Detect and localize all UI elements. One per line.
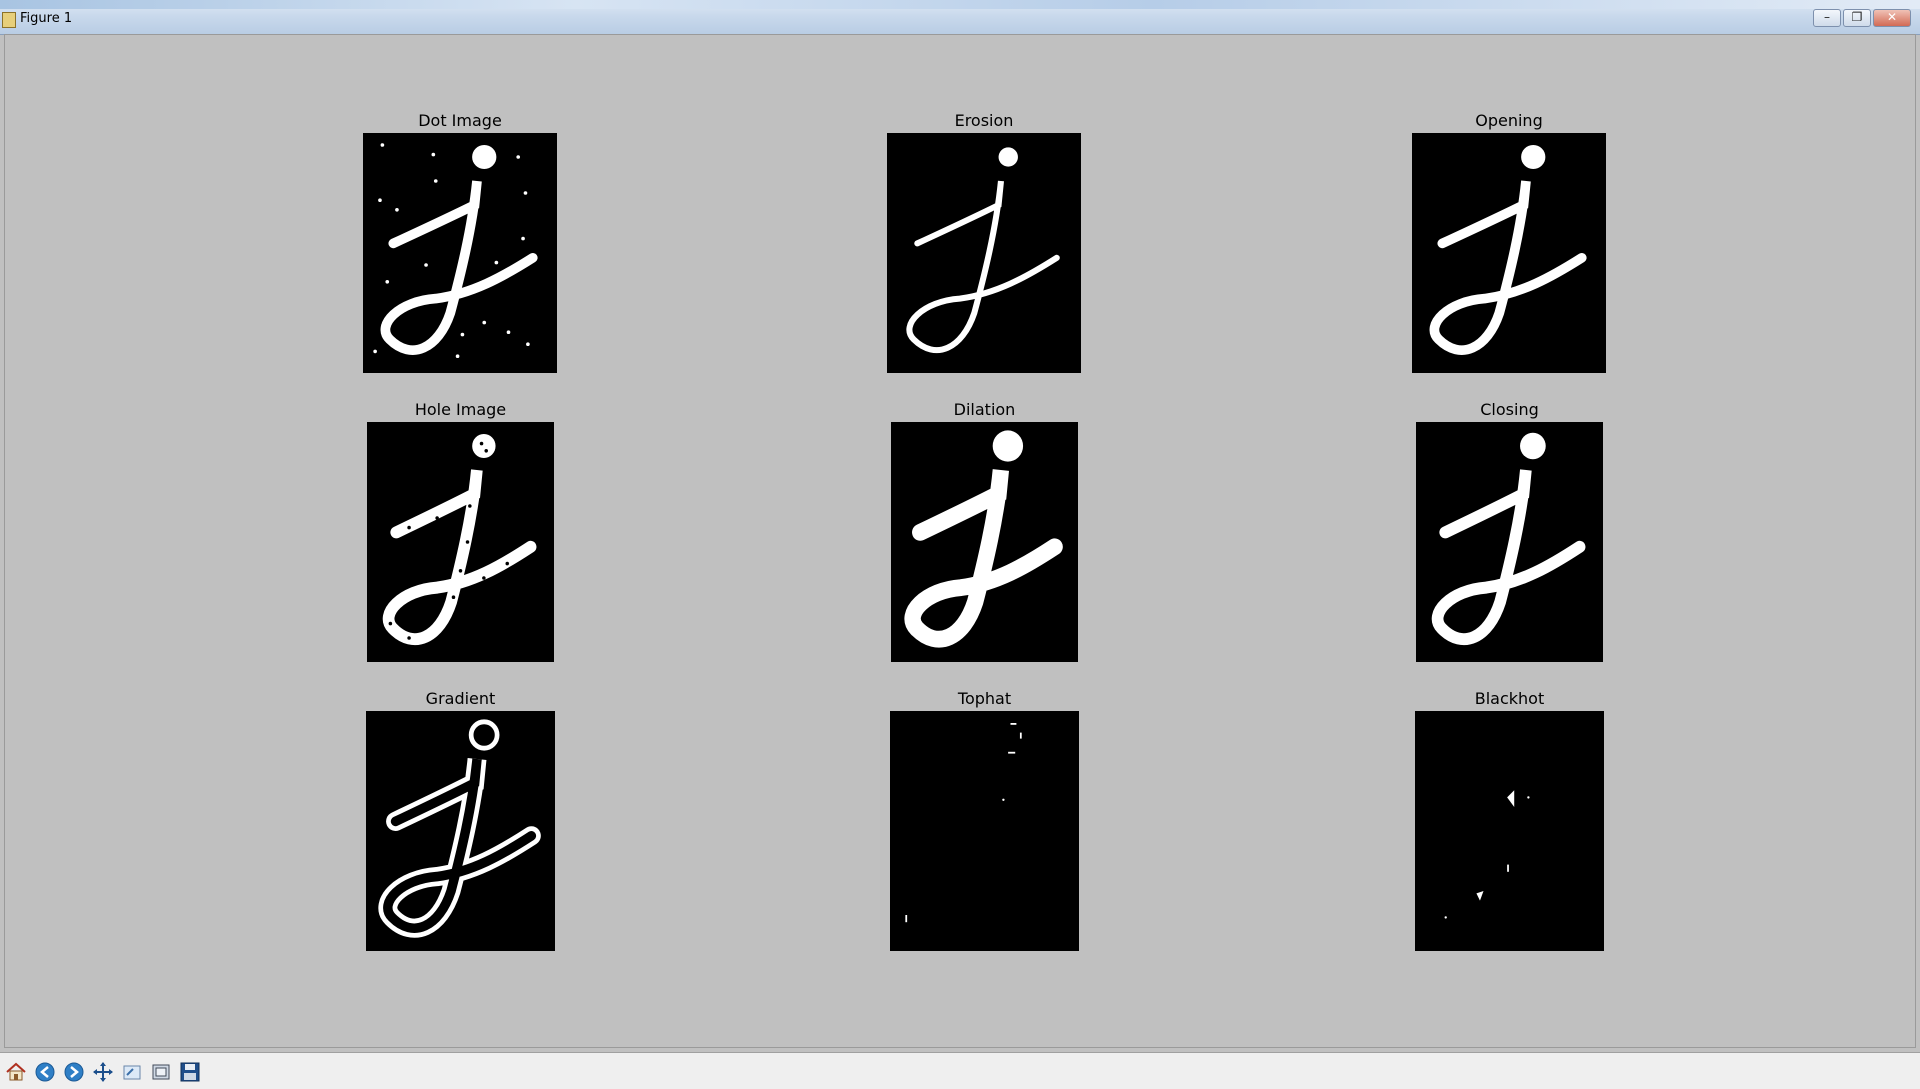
panel-title: Dot Image	[418, 111, 502, 130]
save-icon	[180, 1062, 200, 1082]
panel-title: Opening	[1475, 111, 1543, 130]
close-button[interactable]: ✕	[1873, 9, 1911, 27]
hole-image	[367, 422, 554, 662]
configure-subplots-button[interactable]	[148, 1059, 174, 1085]
zoom-icon	[123, 1065, 141, 1080]
configure-subplots-icon	[152, 1064, 170, 1080]
erosion-image	[887, 133, 1081, 373]
panel-dilation: Dilation	[891, 400, 1078, 704]
home-button[interactable]	[3, 1059, 29, 1085]
panel-dot-image: Dot Image	[363, 111, 557, 415]
pan-button[interactable]	[90, 1059, 116, 1085]
back-button[interactable]	[32, 1059, 58, 1085]
forward-button[interactable]	[61, 1059, 87, 1085]
back-arrow-icon	[35, 1062, 55, 1082]
panel-title: Gradient	[425, 689, 496, 708]
panel-hole-image: Hole Image	[367, 400, 554, 704]
home-icon	[6, 1062, 26, 1081]
maximize-button[interactable]: ❐	[1843, 9, 1871, 27]
panel-closing: Closing	[1416, 400, 1603, 704]
taskbar-strip	[0, 0, 1920, 9]
dot-image	[363, 133, 557, 373]
panel-gradient: Gradient	[366, 689, 555, 993]
opening-image	[1412, 133, 1606, 373]
panel-title: Dilation	[953, 400, 1016, 419]
window-title: Figure 1	[20, 11, 73, 26]
minimize-button[interactable]: –	[1813, 9, 1841, 27]
pan-icon	[93, 1062, 113, 1082]
dilation-image	[891, 422, 1078, 662]
panel-title: Hole Image	[414, 400, 507, 419]
panel-title: Closing	[1480, 400, 1539, 419]
panel-erosion: Erosion	[887, 111, 1081, 415]
zoom-button[interactable]	[119, 1059, 145, 1085]
gradient-image	[366, 711, 555, 951]
forward-arrow-icon	[64, 1062, 84, 1082]
figure-canvas: Dot Image Erosion Opening Hole Image Dil…	[4, 34, 1916, 1048]
save-button[interactable]	[177, 1059, 203, 1085]
panel-title: Blackhot	[1474, 689, 1545, 708]
panel-blackhot: Blackhot	[1415, 689, 1604, 993]
tophat-image	[890, 711, 1079, 951]
window-title-bar: Figure 1 – ❐ ✕	[0, 0, 1920, 35]
panel-opening: Opening	[1412, 111, 1606, 415]
panel-title: Tophat	[957, 689, 1012, 708]
app-icon	[2, 12, 16, 28]
closing-image	[1416, 422, 1603, 662]
navigation-toolbar	[0, 1052, 1920, 1089]
blackhot-image	[1415, 711, 1604, 951]
panel-tophat: Tophat	[890, 689, 1079, 993]
panel-title: Erosion	[954, 111, 1014, 130]
